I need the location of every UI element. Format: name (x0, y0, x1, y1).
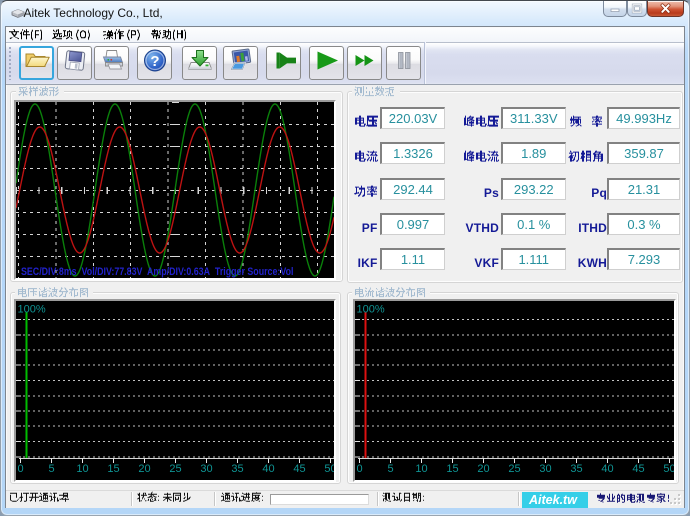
svg-text:10: 10 (76, 463, 88, 475)
svg-text:25: 25 (169, 463, 181, 475)
svg-text:30: 30 (539, 463, 551, 475)
svg-text:0: 0 (356, 463, 362, 475)
svg-text:25: 25 (508, 463, 520, 475)
svg-text:15: 15 (107, 463, 119, 475)
svg-text:100%: 100% (357, 304, 385, 316)
svg-text:5: 5 (48, 463, 54, 475)
svg-text:45: 45 (293, 463, 305, 475)
svg-text:?: ? (150, 53, 159, 70)
svg-text:35: 35 (570, 463, 582, 475)
svg-text:0: 0 (17, 463, 23, 475)
svg-text:10: 10 (415, 463, 427, 475)
svg-text:45: 45 (632, 463, 644, 475)
svg-text:40: 40 (601, 463, 613, 475)
svg-text:20: 20 (138, 463, 150, 475)
svg-text:15: 15 (446, 463, 458, 475)
svg-text:5: 5 (387, 463, 393, 475)
svg-text:40: 40 (262, 463, 274, 475)
svg-text:20: 20 (477, 463, 489, 475)
svg-text:50: 50 (324, 463, 334, 475)
svg-text:50: 50 (663, 463, 674, 475)
svg-text:35: 35 (231, 463, 243, 475)
svg-text:30: 30 (200, 463, 212, 475)
svg-text:100%: 100% (18, 304, 46, 316)
